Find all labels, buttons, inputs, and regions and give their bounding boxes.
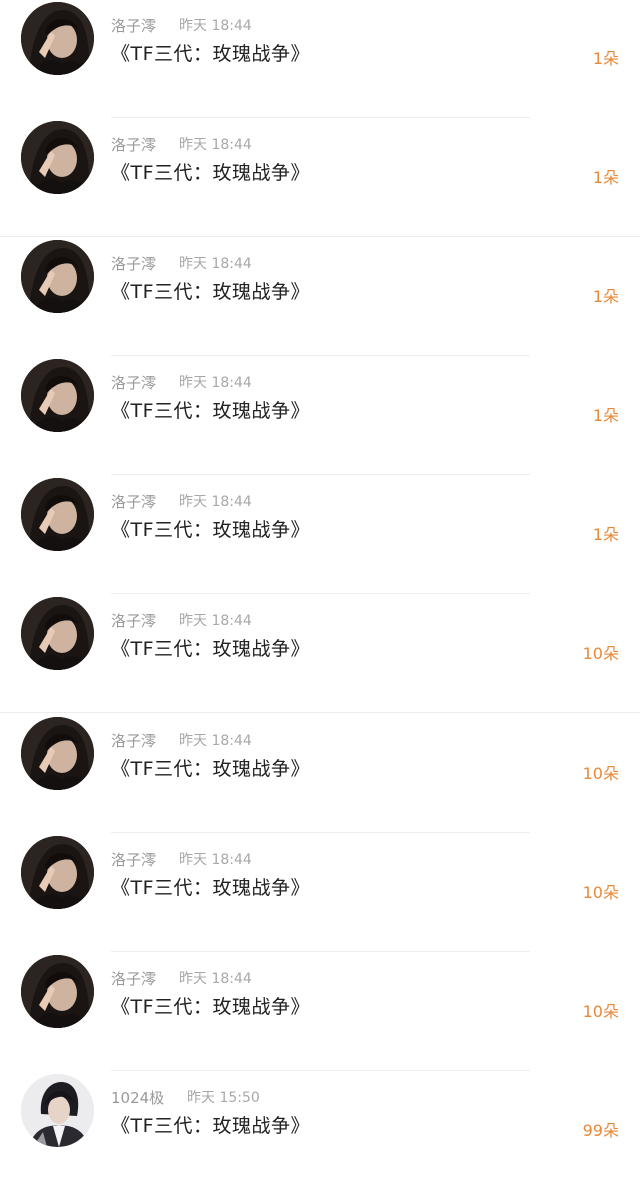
avatar[interactable] (21, 836, 94, 909)
user-name[interactable]: 洛子澪 (111, 372, 156, 393)
flower-count: 1朵 (592, 168, 619, 187)
list-item[interactable]: 洛子澪 昨天 18:44 《TF三代：玫瑰战争》 1朵 (0, 238, 640, 357)
flower-count: 10朵 (582, 644, 619, 663)
girl-avatar-icon (21, 121, 94, 194)
divider (111, 117, 530, 118)
user-name[interactable]: 洛子澪 (111, 253, 156, 274)
flower-count: 1朵 (592, 406, 619, 425)
user-name[interactable]: 洛子澪 (111, 134, 156, 155)
avatar[interactable] (21, 478, 94, 551)
avatar[interactable] (21, 1074, 94, 1147)
book-title[interactable]: 《TF三代：玫瑰战争》 (111, 754, 310, 781)
user-name[interactable]: 洛子澪 (111, 610, 156, 631)
book-title[interactable]: 《TF三代：玫瑰战争》 (111, 277, 310, 304)
flower-count: 99朵 (582, 1121, 619, 1140)
divider (111, 474, 530, 475)
list-item[interactable]: 洛子澪 昨天 18:44 《TF三代：玫瑰战争》 1朵 (0, 119, 640, 238)
divider (0, 712, 640, 713)
flower-count: 1朵 (592, 49, 619, 68)
book-title[interactable]: 《TF三代：玫瑰战争》 (111, 396, 310, 423)
timestamp: 昨天 18:44 (179, 613, 252, 629)
book-title[interactable]: 《TF三代：玫瑰战争》 (111, 158, 310, 185)
flower-count: 1朵 (592, 525, 619, 544)
user-name[interactable]: 洛子澪 (111, 491, 156, 512)
flower-count: 1朵 (592, 287, 619, 306)
avatar[interactable] (21, 955, 94, 1028)
girl-avatar-icon (21, 359, 94, 432)
girl-avatar-icon (21, 2, 94, 75)
book-title[interactable]: 《TF三代：玫瑰战争》 (111, 39, 310, 66)
avatar[interactable] (21, 2, 94, 75)
avatar[interactable] (21, 240, 94, 313)
girl-avatar-icon (21, 478, 94, 551)
timestamp: 昨天 15:50 (187, 1090, 260, 1106)
avatar[interactable] (21, 717, 94, 790)
divider (111, 1070, 530, 1071)
avatar[interactable] (21, 121, 94, 194)
user-name[interactable]: 洛子澪 (111, 730, 156, 751)
timestamp: 昨天 18:44 (179, 852, 252, 868)
divider (111, 951, 530, 952)
user-name[interactable]: 洛子澪 (111, 849, 156, 870)
girl-avatar-icon (21, 717, 94, 790)
list-item[interactable]: 洛子澪 昨天 18:44 《TF三代：玫瑰战争》 10朵 (0, 834, 640, 953)
book-title[interactable]: 《TF三代：玫瑰战争》 (111, 1111, 310, 1138)
divider (111, 593, 530, 594)
book-title[interactable]: 《TF三代：玫瑰战争》 (111, 873, 310, 900)
list-item[interactable]: 1024极 昨天 15:50 《TF三代：玫瑰战争》 99朵 (0, 1072, 640, 1191)
divider (0, 236, 640, 237)
book-title[interactable]: 《TF三代：玫瑰战争》 (111, 634, 310, 661)
gift-record-list: 洛子澪 昨天 18:44 《TF三代：玫瑰战争》 1朵 洛子澪 昨天 18:44… (0, 0, 640, 1155)
timestamp: 昨天 18:44 (179, 256, 252, 272)
flower-count: 10朵 (582, 764, 619, 783)
list-item[interactable]: 洛子澪 昨天 18:44 《TF三代：玫瑰战争》 10朵 (0, 715, 640, 834)
divider (111, 832, 530, 833)
timestamp: 昨天 18:44 (179, 137, 252, 153)
timestamp: 昨天 18:44 (179, 494, 252, 510)
timestamp: 昨天 18:44 (179, 733, 252, 749)
timestamp: 昨天 18:44 (179, 18, 252, 34)
list-item[interactable]: 洛子澪 昨天 18:44 《TF三代：玫瑰战争》 10朵 (0, 595, 640, 714)
timestamp: 昨天 18:44 (179, 375, 252, 391)
list-item[interactable]: 洛子澪 昨天 18:44 《TF三代：玫瑰战争》 1朵 (0, 476, 640, 595)
timestamp: 昨天 18:44 (179, 971, 252, 987)
avatar[interactable] (21, 597, 94, 670)
user-name[interactable]: 洛子澪 (111, 15, 156, 36)
avatar[interactable] (21, 359, 94, 432)
flower-count: 10朵 (582, 883, 619, 902)
girl-avatar-icon (21, 836, 94, 909)
girl-avatar-icon (21, 597, 94, 670)
book-title[interactable]: 《TF三代：玫瑰战争》 (111, 992, 310, 1019)
book-title[interactable]: 《TF三代：玫瑰战争》 (111, 515, 310, 542)
flower-count: 10朵 (582, 1002, 619, 1021)
list-item[interactable]: 洛子澪 昨天 18:44 《TF三代：玫瑰战争》 1朵 (0, 0, 640, 119)
user-name[interactable]: 1024极 (111, 1087, 164, 1108)
boy-avatar-icon (21, 1074, 94, 1147)
girl-avatar-icon (21, 240, 94, 313)
list-item[interactable]: 洛子澪 昨天 18:44 《TF三代：玫瑰战争》 1朵 (0, 357, 640, 476)
girl-avatar-icon (21, 955, 94, 1028)
list-item[interactable]: 洛子澪 昨天 18:44 《TF三代：玫瑰战争》 10朵 (0, 953, 640, 1072)
user-name[interactable]: 洛子澪 (111, 968, 156, 989)
divider (111, 355, 530, 356)
